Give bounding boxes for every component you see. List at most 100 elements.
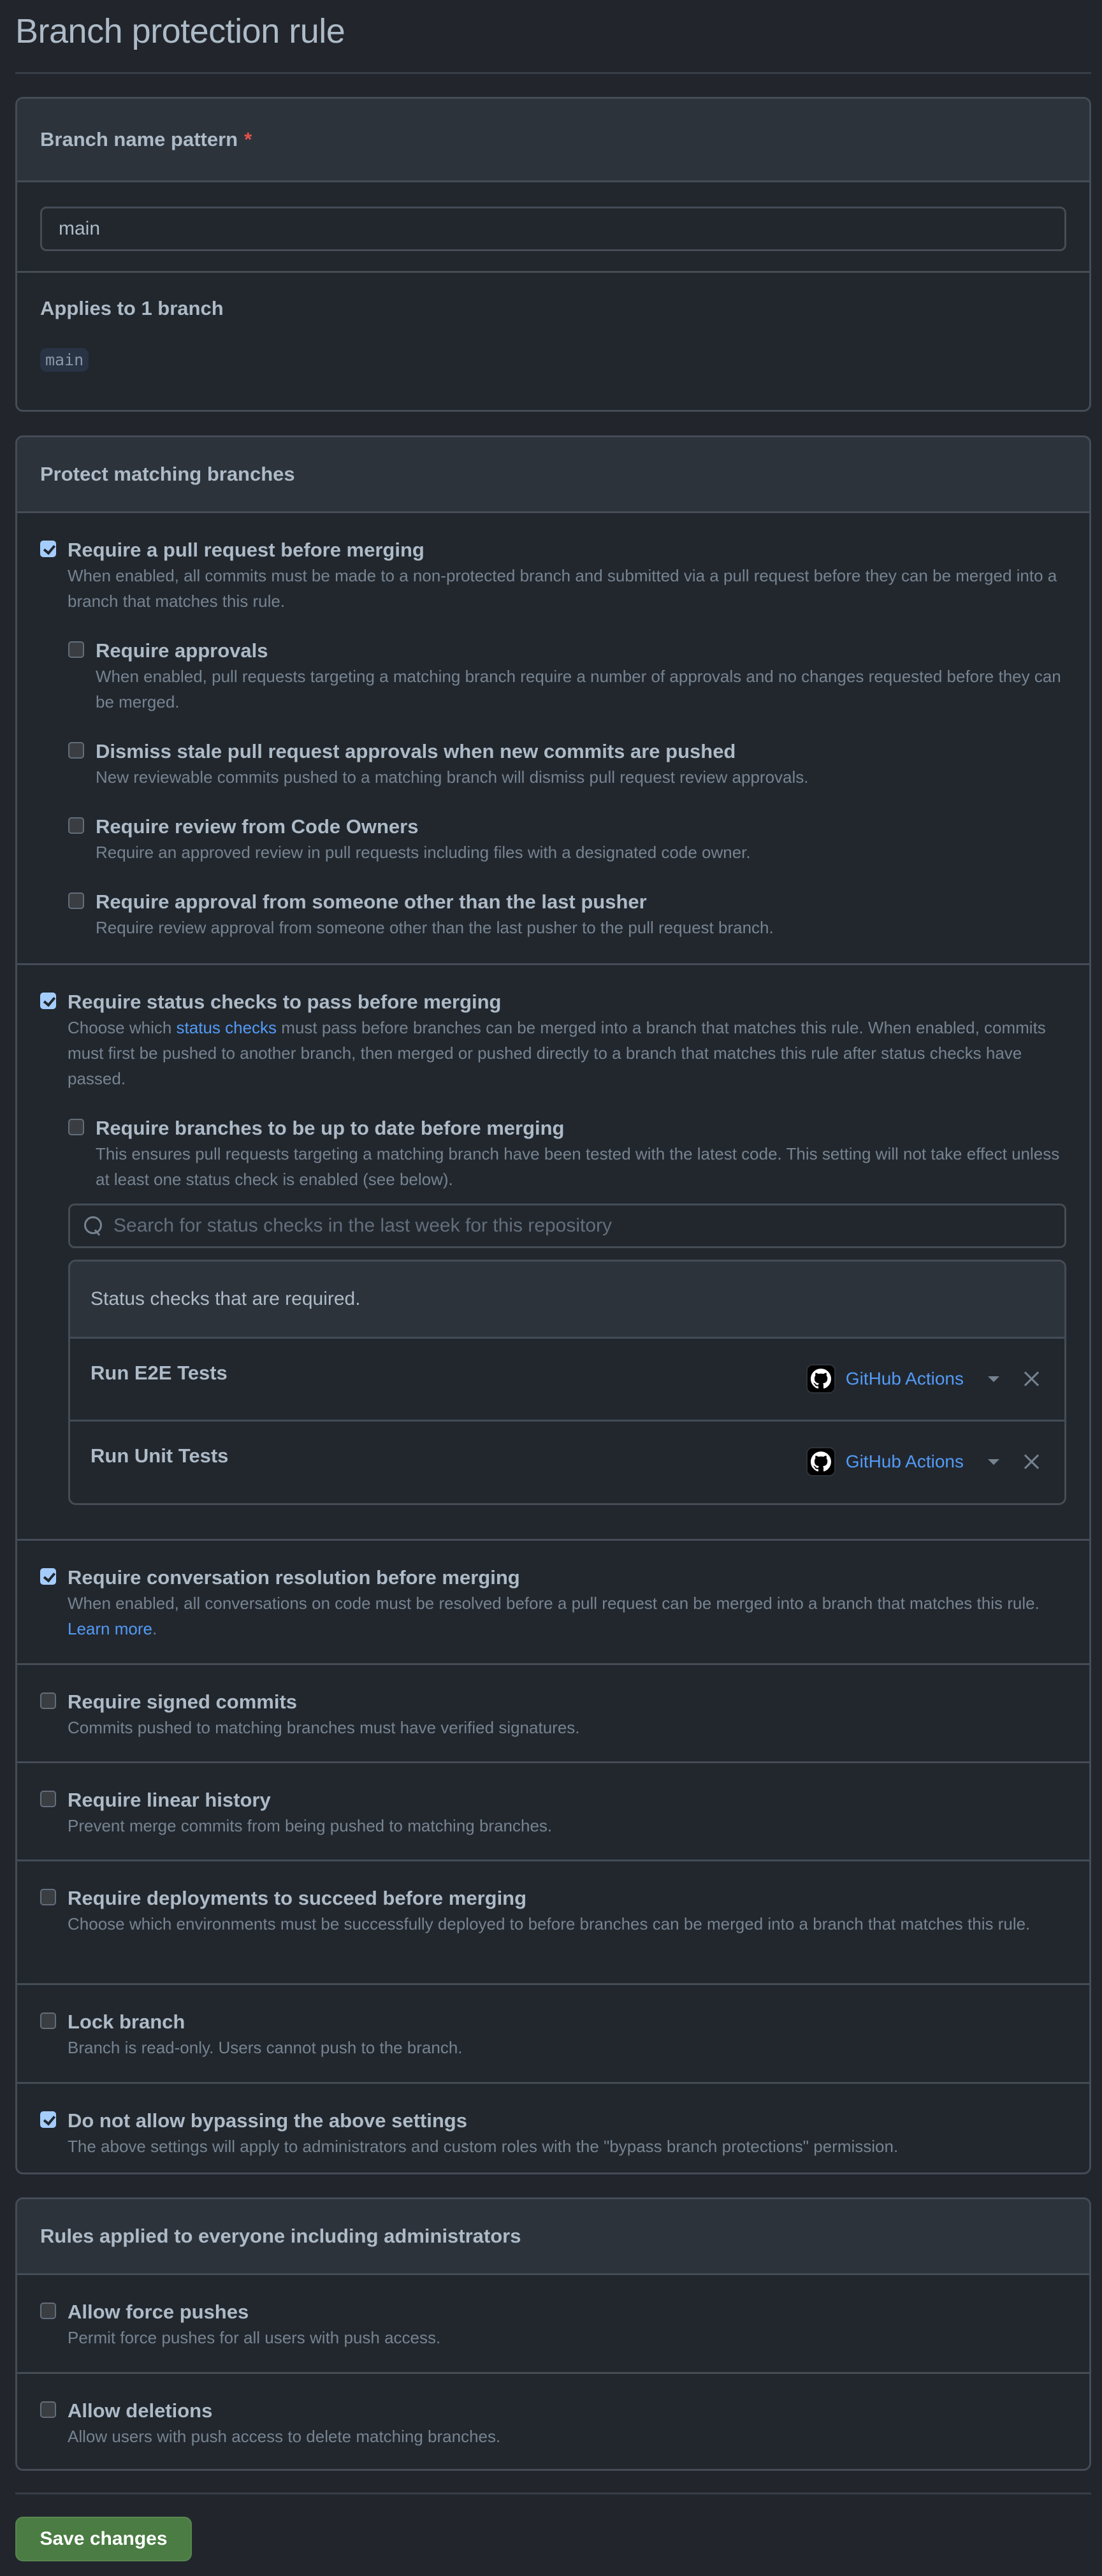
option-desc: When enabled, all conversations on code … [68,1590,1066,1641]
deployments-section: Require deployments to succeed before me… [17,1861,1089,1985]
deletions-option: Allow deletions Allow users with push ac… [40,2398,1066,2449]
lock-branch-section: Lock branch Branch is read-only. Users c… [17,1985,1089,2084]
deletions-checkbox[interactable] [40,2401,56,2418]
required-check-row: Run E2E Tests GitHub Actions [70,1339,1064,1422]
last-pusher-approval-option: Require approval from someone other than… [68,889,1066,940]
check-name: Run Unit Tests [91,1444,229,1467]
pull-request-section: Require a pull request before merging Wh… [17,513,1089,965]
branch-pattern-header: Branch name pattern * [17,99,1089,182]
required-asterisk: * [244,128,252,150]
option-title: Require linear history [68,1789,271,1811]
require-status-checks-checkbox[interactable] [40,993,56,1009]
option-desc: When enabled, pull requests targeting a … [96,667,1061,711]
applies-to-count: Applies to 1 branch [40,297,224,319]
option-desc: Commits pushed to matching branches must… [68,1718,580,1737]
everyone-rules-header: Rules applied to everyone including admi… [17,2199,1089,2275]
require-pull-request-option: Require a pull request before merging Wh… [40,537,1066,614]
option-desc: Require an approved review in pull reque… [96,843,751,862]
branch-pattern-box: Branch name pattern * main Applies to 1 … [15,97,1091,412]
check-app-link[interactable]: GitHub Actions [846,1452,964,1472]
required-check-row: Run Unit Tests GitHub Actions [70,1422,1064,1503]
everyone-rules-box: Rules applied to everyone including admi… [15,2197,1091,2471]
option-title: Do not allow bypassing the above setting… [68,2109,467,2132]
github-logo-icon [806,1364,836,1394]
lock-branch-option: Lock branch Branch is read-only. Users c… [40,2009,1066,2060]
option-title: Require branches to be up to date before… [96,1117,565,1139]
title-divider [15,72,1091,74]
caret-down-icon[interactable] [988,1376,999,1382]
status-check-search-input[interactable]: Search for status checks in the last wee… [68,1204,1066,1248]
code-owners-review-option: Require review from Code Owners Require … [68,814,1066,865]
conversation-resolution-option: Require conversation resolution before m… [40,1565,1066,1641]
save-changes-button[interactable]: Save changes [15,2517,192,2561]
branch-pattern-input[interactable]: main [40,207,1066,251]
status-checks-link[interactable]: status checks [177,1018,277,1037]
check-name: Run E2E Tests [91,1362,228,1384]
require-pull-request-checkbox[interactable] [40,541,56,557]
dismiss-stale-approvals-checkbox[interactable] [68,742,84,759]
desc-text: . [152,1619,157,1638]
option-desc: Permit force pushes for all users with p… [68,2328,441,2347]
option-title: Lock branch [68,2011,185,2033]
github-logo-icon [806,1447,836,1476]
option-title: Require deployments to succeed before me… [68,1887,527,1909]
no-bypass-checkbox[interactable] [40,2111,56,2128]
deployments-checkbox[interactable] [40,1889,56,1905]
caret-down-icon[interactable] [988,1459,999,1465]
remove-check-icon[interactable] [1024,1371,1039,1386]
option-title: Require approval from someone other than… [96,891,647,913]
required-checks-list: Status checks that are required. Run E2E… [68,1260,1066,1505]
option-title: Allow deletions [68,2399,213,2422]
check-app-link[interactable]: GitHub Actions [846,1369,964,1389]
conversation-resolution-checkbox[interactable] [40,1568,56,1585]
option-desc: Branch is read-only. Users cannot push t… [68,2038,463,2057]
option-desc: Require review approval from someone oth… [96,918,774,937]
force-pushes-option: Allow force pushes Permit force pushes f… [40,2299,1066,2350]
signed-commits-section: Require signed commits Commits pushed to… [17,1665,1089,1763]
required-checks-header: Status checks that are required. [70,1262,1064,1339]
linear-history-option: Require linear history Prevent merge com… [40,1787,1066,1838]
last-pusher-approval-checkbox[interactable] [68,892,84,909]
option-title: Require status checks to pass before mer… [68,991,502,1013]
option-desc: This ensures pull requests targeting a m… [96,1144,1060,1189]
option-desc: Prevent merge commits from being pushed … [68,1816,553,1835]
conversation-section: Require conversation resolution before m… [17,1541,1089,1665]
option-title: Require approvals [96,639,268,662]
option-desc: New reviewable commits pushed to a match… [96,768,809,787]
up-to-date-option: Require branches to be up to date before… [68,1116,1066,1192]
up-to-date-checkbox[interactable] [68,1119,84,1135]
signed-commits-checkbox[interactable] [40,1692,56,1709]
footer-divider [15,2492,1091,2494]
lock-branch-checkbox[interactable] [40,2012,56,2029]
linear-history-checkbox[interactable] [40,1791,56,1807]
option-desc: Choose which environments must be succes… [68,1914,1031,1933]
search-placeholder: Search for status checks in the last wee… [113,1215,613,1236]
no-bypass-section: Do not allow bypassing the above setting… [17,2084,1089,2172]
branch-pattern-label: Branch name pattern [40,128,238,150]
no-bypass-option: Do not allow bypassing the above setting… [40,2108,1066,2159]
force-pushes-section: Allow force pushes Permit force pushes f… [17,2275,1089,2374]
option-title: Allow force pushes [68,2301,249,2323]
require-status-checks-option: Require status checks to pass before mer… [40,989,1066,1091]
option-desc: Allow users with push access to delete m… [68,2427,501,2446]
search-icon [84,1215,103,1237]
linear-history-section: Require linear history Prevent merge com… [17,1763,1089,1861]
option-desc: Choose which status checks must pass bef… [68,1015,1066,1091]
protect-branches-header: Protect matching branches [17,437,1089,513]
matching-branch-chip: main [40,348,89,372]
desc-text: Choose which [68,1018,177,1037]
protect-branches-box: Protect matching branches Require a pull… [15,435,1091,2174]
require-approvals-checkbox[interactable] [68,641,84,658]
option-title: Require review from Code Owners [96,815,419,838]
desc-text: When enabled, all conversations on code … [68,1594,1040,1613]
option-title: Require signed commits [68,1691,298,1713]
option-title: Require conversation resolution before m… [68,1566,520,1589]
learn-more-link[interactable]: Learn more [68,1619,152,1638]
dismiss-stale-approvals-option: Dismiss stale pull request approvals whe… [68,739,1066,790]
remove-check-icon[interactable] [1024,1454,1039,1469]
option-title: Require a pull request before merging [68,539,424,561]
code-owners-review-checkbox[interactable] [68,817,84,834]
option-desc: When enabled, all commits must be made t… [68,566,1057,611]
force-pushes-checkbox[interactable] [40,2303,56,2319]
require-approvals-option: Require approvals When enabled, pull req… [68,638,1066,715]
